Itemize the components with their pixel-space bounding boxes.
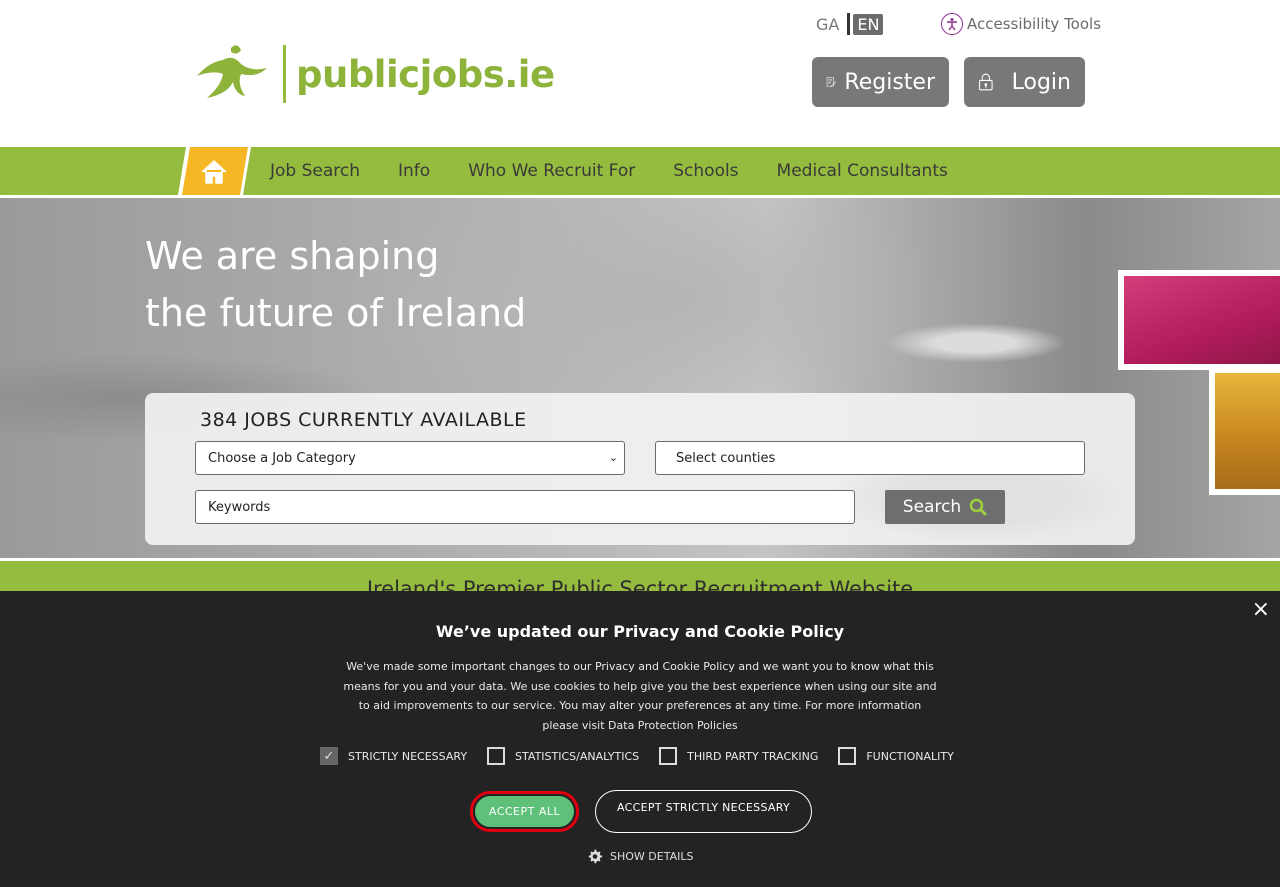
- search-icon: [969, 498, 987, 516]
- nav-item-schools[interactable]: Schools: [673, 161, 738, 181]
- show-details-label: SHOW DETAILS: [610, 849, 694, 863]
- accept-all-label: ACCEPT ALL: [475, 796, 574, 827]
- register-button[interactable]: Register: [812, 57, 949, 107]
- checkbox-third-party-tracking[interactable]: [659, 747, 678, 765]
- lang-separator: [847, 13, 851, 35]
- nav-items: Job Search Info Who We Recruit For Schoo…: [270, 147, 986, 195]
- accept-strictly-necessary-button[interactable]: ACCEPT STRICTLY NECESSARY: [595, 790, 812, 833]
- lang-ga-link[interactable]: GA: [816, 15, 847, 34]
- job-category-value: Choose a Job Category: [208, 450, 356, 466]
- checkbox-statistics-analytics[interactable]: [487, 747, 506, 765]
- cookie-consent-panel: × We’ve updated our Privacy and Cookie P…: [0, 591, 1280, 887]
- login-button[interactable]: Login: [964, 57, 1085, 107]
- search-label: Search: [902, 497, 962, 517]
- logo-divider: [283, 45, 286, 103]
- accessibility-icon: [941, 13, 963, 35]
- hero-photo-conference: [1118, 270, 1280, 370]
- padlock-icon: [979, 73, 993, 91]
- accept-all-button[interactable]: ACCEPT ALL: [470, 791, 579, 832]
- chevron-down-icon: ⌄: [608, 451, 618, 464]
- option-strictly-necessary: ✓ STRICTLY NECESSARY: [320, 747, 467, 765]
- register-form-icon: [826, 77, 837, 87]
- home-nav-button[interactable]: [178, 147, 251, 195]
- nav-item-info[interactable]: Info: [398, 161, 430, 181]
- jobs-count-heading: 384 JOBS CURRENTLY AVAILABLE: [200, 409, 527, 431]
- option-functionality: FUNCTIONALITY: [838, 747, 954, 765]
- job-category-select[interactable]: Choose a Job Category ⌄: [195, 441, 625, 475]
- site-logo[interactable]: publicjobs.ie: [193, 42, 555, 106]
- option-label: STATISTICS/ANALYTICS: [515, 749, 640, 763]
- nav-item-job-search[interactable]: Job Search: [270, 161, 360, 181]
- lang-en-active[interactable]: EN: [853, 13, 884, 35]
- option-third-party-tracking: THIRD PARTY TRACKING: [659, 747, 818, 765]
- login-label: Login: [1011, 69, 1071, 95]
- county-value: Select counties: [676, 450, 776, 466]
- main-nav: Job Search Info Who We Recruit For Schoo…: [0, 147, 1280, 195]
- checkbox-strictly-necessary[interactable]: ✓: [320, 747, 338, 765]
- logo-figure-icon: [197, 45, 267, 98]
- gear-icon: [588, 849, 603, 864]
- logo-text: publicjobs.ie: [296, 52, 555, 96]
- option-statistics-analytics: STATISTICS/ANALYTICS: [487, 747, 639, 765]
- keywords-placeholder: Keywords: [208, 499, 271, 515]
- option-label: FUNCTIONALITY: [866, 749, 954, 763]
- option-label: STRICTLY NECESSARY: [348, 749, 468, 763]
- search-button[interactable]: Search: [885, 490, 1005, 524]
- hero-title-line-2: the future of Ireland: [145, 291, 527, 335]
- close-icon[interactable]: ×: [1252, 597, 1270, 622]
- checkbox-functionality[interactable]: [838, 747, 857, 765]
- nav-item-who-we-recruit-for[interactable]: Who We Recruit For: [468, 161, 635, 181]
- hero-photo-energy: [1209, 367, 1280, 495]
- county-select[interactable]: Select counties: [655, 441, 1085, 475]
- cookie-body-text: We've made some important changes to our…: [343, 660, 937, 732]
- site-header: publicjobs.ie GA EN Accessibility Tools …: [0, 0, 1280, 147]
- hero-banner: We are shaping the future of Ireland 384…: [0, 198, 1280, 558]
- hero-title-line-1: We are shaping: [145, 234, 440, 278]
- show-details-link[interactable]: SHOW DETAILS: [587, 848, 693, 864]
- job-search-panel: 384 JOBS CURRENTLY AVAILABLE Choose a Jo…: [145, 393, 1135, 545]
- keywords-input[interactable]: Keywords: [195, 490, 855, 524]
- accessibility-tools-link[interactable]: Accessibility Tools: [941, 13, 1101, 35]
- language-switcher: GA EN: [816, 13, 884, 35]
- cookie-title: We’ve updated our Privacy and Cookie Pol…: [435, 622, 845, 641]
- hero-title: We are shaping the future of Ireland: [145, 228, 526, 342]
- register-label: Register: [844, 69, 935, 95]
- cookie-options: ✓ STRICTLY NECESSARY STATISTICS/ANALYTIC…: [320, 747, 974, 765]
- accessibility-label: Accessibility Tools: [967, 15, 1102, 33]
- option-label: THIRD PARTY TRACKING: [687, 749, 819, 763]
- nav-item-medical-consultants[interactable]: Medical Consultants: [777, 161, 948, 181]
